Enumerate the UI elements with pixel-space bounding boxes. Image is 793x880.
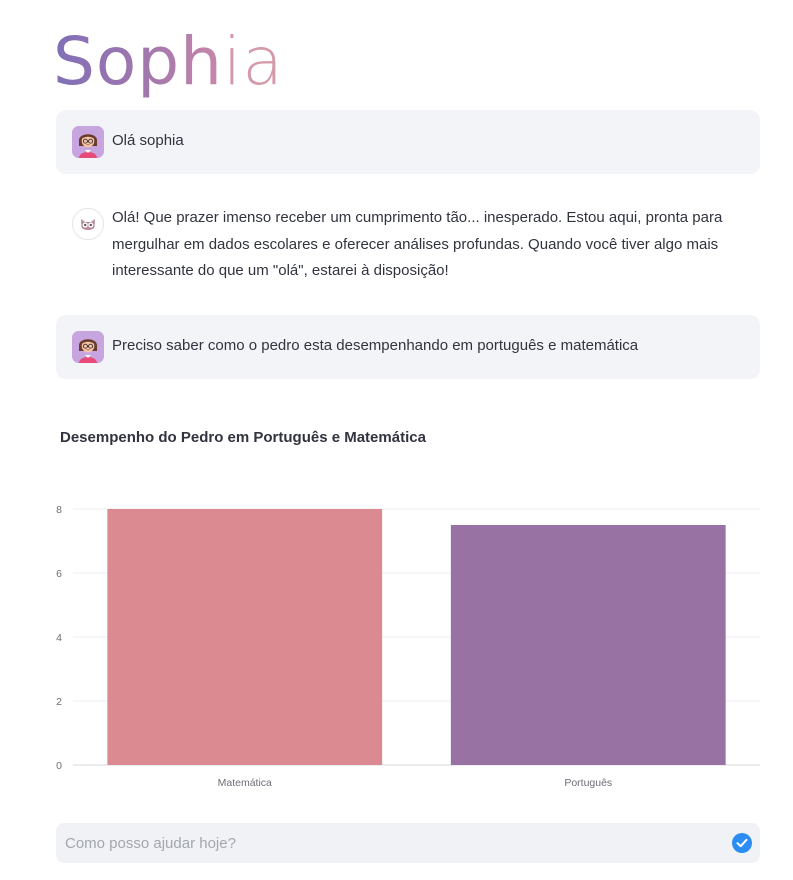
chat-message-user: Olá sophia [56,110,760,174]
student-avatar-icon [72,331,104,363]
y-tick-label: 6 [56,568,62,580]
bar-chart: 0 2 4 6 8 Matemática Português [56,504,760,789]
chat-message-text: Preciso saber como o pedro esta desempen… [112,337,639,354]
chat-message-text: Olá! Que prazer imenso receber um cumpri… [112,209,723,279]
chat-input-container [56,823,760,863]
logo-text-bold: Soph [53,23,223,100]
app-logo: Sophia [53,22,284,102]
student-avatar-icon [72,126,104,158]
chart-title: Desempenho do Pedro em Português e Matem… [60,429,426,446]
y-tick-label: 0 [56,760,62,772]
y-tick-label: 8 [56,504,62,516]
send-icon [736,838,748,848]
y-tick-label: 4 [56,632,62,644]
x-tick-label: Matemática [218,777,272,789]
chat-message-assistant: Olá! Que prazer imenso receber um cumpri… [56,195,760,295]
chat-message-user: Preciso saber como o pedro esta desempen… [56,315,760,379]
bar[interactable] [107,509,383,765]
chat-input[interactable] [56,823,716,863]
x-tick-label: Português [564,777,612,789]
bar[interactable] [450,525,726,765]
chat-message-text: Olá sophia [112,132,184,149]
send-button[interactable] [732,833,752,853]
y-tick-label: 2 [56,696,62,708]
logo-text-thin: ia [223,23,284,100]
owl-avatar-icon [72,208,104,240]
